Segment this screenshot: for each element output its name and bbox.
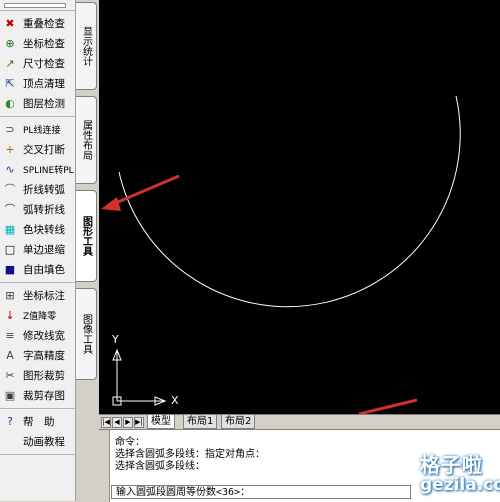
- overlap-check-icon: ✖: [5, 16, 15, 30]
- tool-label: 裁剪存图: [23, 389, 65, 402]
- tool-button-clip-figure[interactable]: ✂ 图形裁剪: [0, 365, 75, 385]
- vertical-tab-bar: 显示统计 属性布局 图形工具 图像工具: [76, 0, 98, 501]
- ucs-icon: [112, 348, 167, 406]
- tab-property-layout[interactable]: 属性布局: [76, 96, 97, 184]
- drawing-canvas[interactable]: Y X: [99, 0, 500, 414]
- tool-panel: ✖ 重叠检查 ⊕ 坐标检查 ↗ 尺寸检查 ⇱ 顶点清理 ◐ 图层检测 ⊃ PL线连接 + 交叉打断 ∿ SPL…: [0, 0, 76, 501]
- tool-button-free-fill[interactable]: ■ 自由填色: [0, 259, 75, 279]
- next-tab-button[interactable]: ▶: [123, 417, 133, 428]
- tool-button-animation-tutorial[interactable]: 动画教程: [0, 431, 75, 451]
- tool-label: 字高精度: [23, 349, 65, 362]
- free-fill-icon: ■: [4, 262, 16, 276]
- text-precision-icon: A: [6, 348, 14, 362]
- cross-break-icon: +: [5, 142, 15, 156]
- tool-button-clip-save[interactable]: ▣ 裁剪存图: [0, 385, 75, 405]
- tool-button-color-block[interactable]: ▦ 色块转线: [0, 219, 75, 239]
- watermark-logo: 格子啦 gezila.com: [412, 447, 500, 501]
- tool-button-polyline-to-arc[interactable]: ⌒ 折线转弧: [0, 179, 75, 199]
- tool-button-cross-break[interactable]: + 交叉打断: [0, 139, 75, 159]
- tab-image-tools[interactable]: 图像工具: [76, 288, 97, 380]
- tool-button-line-width[interactable]: ≡ 修改线宽: [0, 325, 75, 345]
- tab-model[interactable]: 模型: [147, 415, 175, 429]
- command-input[interactable]: 输入圆弧段圆周等份数<36>：: [111, 485, 411, 499]
- arc-polyline: [118, 95, 461, 308]
- vertex-clean-icon: ⇱: [5, 76, 15, 90]
- ucs-y-label: Y: [112, 333, 119, 346]
- tab-layout1[interactable]: 布局1: [183, 415, 218, 429]
- tool-label: 色块转线: [23, 223, 65, 236]
- polyline-to-arc-icon: ⌒: [4, 182, 16, 196]
- last-tab-button[interactable]: ▶|: [134, 417, 144, 428]
- layout-tab-strip: |◀ ◀ ▶ ▶| 模型 布局1 布局2: [99, 414, 500, 429]
- tool-group: ? 帮 助动画教程: [0, 409, 75, 455]
- tool-button-layer-detect[interactable]: ◐ 图层检测: [0, 93, 75, 113]
- animation-tutorial-icon: [3, 434, 17, 448]
- tool-label: 坐标检查: [23, 37, 65, 50]
- tab-display-stats[interactable]: 显示统计: [76, 2, 97, 90]
- color-block-icon: ▦: [4, 222, 16, 236]
- tool-button-dimension-check[interactable]: ↗ 尺寸检查: [0, 53, 75, 73]
- tool-button-pline-join[interactable]: ⊃ PL线连接: [0, 119, 75, 139]
- tool-button-coordinate-check[interactable]: ⊕ 坐标检查: [0, 33, 75, 53]
- tool-label: 动画教程: [23, 435, 65, 448]
- tool-label: PL线连接: [23, 125, 61, 136]
- single-edge-shrink-icon: □: [4, 242, 16, 256]
- tool-label: 帮 助: [23, 415, 55, 428]
- tool-button-z-reset[interactable]: ↓ Z值降零: [0, 305, 75, 325]
- tab-graphic-tools[interactable]: 图形工具: [76, 190, 97, 282]
- tab-layout2[interactable]: 布局2: [221, 415, 256, 429]
- tool-label: 单边退缩: [23, 243, 65, 256]
- command-scrollbar[interactable]: [99, 430, 110, 502]
- clip-figure-icon: ✂: [5, 368, 15, 382]
- tool-button-text-precision[interactable]: A 字高精度: [0, 345, 75, 365]
- tool-label: 自由填色: [23, 263, 65, 276]
- tool-label: 交叉打断: [23, 143, 65, 156]
- dimension-check-icon: ↗: [5, 56, 15, 70]
- prev-tab-button[interactable]: ◀: [112, 417, 122, 428]
- pline-join-icon: ⊃: [5, 122, 15, 136]
- tool-button-coordinate-label[interactable]: ⊞ 坐标标注: [0, 285, 75, 305]
- command-history-line: 选择含圆弧多段线：: [115, 461, 205, 472]
- tool-label: 修改线宽: [23, 329, 65, 342]
- line-width-icon: ≡: [5, 328, 15, 342]
- tool-button-help[interactable]: ? 帮 助: [0, 411, 75, 431]
- tool-group: ⊃ PL线连接 + 交叉打断 ∿ SPLINE转PL ⌒ 折线转弧 ⌒ 弧转折线 ▦ 色块转线 □ 单边退…: [0, 117, 75, 283]
- layer-detect-icon: ◐: [5, 96, 15, 110]
- coordinate-label-icon: ⊞: [5, 288, 15, 302]
- tool-label: 图层检测: [23, 97, 65, 110]
- clip-save-icon: ▣: [4, 388, 16, 402]
- arc-to-polyline-icon: ⌒: [4, 202, 16, 216]
- help-icon: ?: [7, 414, 13, 428]
- tool-label: 顶点清理: [23, 77, 65, 90]
- tool-label: 弧转折线: [23, 203, 65, 216]
- tool-group: ⊞ 坐标标注 ↓ Z值降零 ≡ 修改线宽 A 字高精度 ✂ 图形裁剪 ▣ 裁剪存图: [0, 283, 75, 409]
- tool-group: ✖ 重叠检查 ⊕ 坐标检查 ↗ 尺寸检查 ⇱ 顶点清理 ◐ 图层检测: [0, 11, 75, 117]
- watermark-title: 格子啦: [420, 453, 483, 477]
- red-arrow-icon: [101, 174, 418, 414]
- tool-button-single-edge-shrink[interactable]: □ 单边退缩: [0, 239, 75, 259]
- tool-label: Z值降零: [23, 311, 57, 322]
- spline-to-pl-icon: ∿: [5, 162, 15, 176]
- tool-label: 重叠检查: [23, 17, 65, 30]
- panel-grip[interactable]: [4, 3, 66, 8]
- tool-label: 坐标标注: [23, 289, 65, 302]
- tool-groups: ✖ 重叠检查 ⊕ 坐标检查 ↗ 尺寸检查 ⇱ 顶点清理 ◐ 图层检测 ⊃ PL线连接 + 交叉打断 ∿ SPL…: [0, 11, 75, 455]
- tool-label: SPLINE转PL: [23, 165, 74, 176]
- first-tab-button[interactable]: |◀: [101, 417, 111, 428]
- tool-button-arc-to-polyline[interactable]: ⌒ 弧转折线: [0, 199, 75, 219]
- tool-button-overlap-check[interactable]: ✖ 重叠检查: [0, 13, 75, 33]
- tool-label: 折线转弧: [23, 183, 65, 196]
- canvas-drawing: [101, 95, 461, 414]
- tool-button-spline-to-pl[interactable]: ∿ SPLINE转PL: [0, 159, 75, 179]
- tool-label: 图形裁剪: [23, 369, 65, 382]
- tool-label: 尺寸检查: [23, 57, 65, 70]
- tool-button-vertex-clean[interactable]: ⇱ 顶点清理: [0, 73, 75, 93]
- ucs-x-label: X: [171, 394, 179, 407]
- z-reset-icon: ↓: [5, 308, 15, 322]
- coordinate-check-icon: ⊕: [5, 36, 15, 50]
- panel-title-bar[interactable]: [0, 0, 75, 11]
- watermark-url: gezila.com: [420, 475, 500, 495]
